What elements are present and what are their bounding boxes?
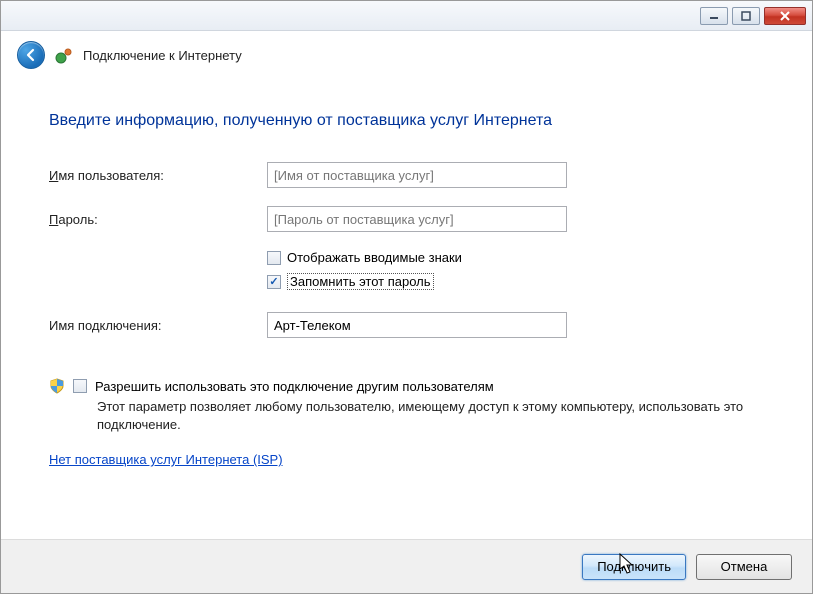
- titlebar: [1, 1, 812, 31]
- header-title: Подключение к Интернету: [83, 48, 242, 63]
- username-label: Имя пользователя:: [49, 168, 267, 183]
- globe-network-icon: [55, 46, 73, 64]
- allow-others-checkbox[interactable]: [73, 379, 87, 393]
- show-chars-checkbox[interactable]: [267, 251, 281, 265]
- page-heading: Введите информацию, полученную от постав…: [49, 112, 764, 130]
- close-button[interactable]: [764, 7, 806, 25]
- show-chars-label: Отображать вводимые знаки: [287, 250, 462, 265]
- username-row: Имя пользователя: [Имя от поставщика усл…: [49, 162, 764, 188]
- back-button[interactable]: [17, 41, 45, 69]
- header: Подключение к Интернету: [1, 31, 812, 84]
- remember-checkbox[interactable]: [267, 275, 281, 289]
- allow-others-desc: Этот параметр позволяет любому пользоват…: [97, 398, 764, 434]
- shield-icon: [49, 378, 65, 394]
- cancel-button[interactable]: Отмена: [696, 554, 792, 580]
- username-input[interactable]: [Имя от поставщика услуг]: [267, 162, 567, 188]
- allow-others-label: Разрешить использовать это подключение д…: [95, 379, 494, 394]
- isp-link[interactable]: Нет поставщика услуг Интернета (ISP): [49, 452, 283, 467]
- password-row: Пароль: [Пароль от поставщика услуг]: [49, 206, 764, 232]
- connection-name-input[interactable]: Арт-Телеком: [267, 312, 567, 338]
- connection-name-label: Имя подключения:: [49, 318, 267, 333]
- remember-label: Запомнить этот пароль: [287, 273, 434, 290]
- minimize-button[interactable]: [700, 7, 728, 25]
- password-input[interactable]: [Пароль от поставщика услуг]: [267, 206, 567, 232]
- show-chars-row: Отображать вводимые знаки: [267, 250, 764, 265]
- maximize-button[interactable]: [732, 7, 760, 25]
- connection-name-row: Имя подключения: Арт-Телеком: [49, 312, 764, 338]
- wizard-window: Подключение к Интернету Введите информац…: [0, 0, 813, 594]
- connect-button[interactable]: Подключить: [582, 554, 686, 580]
- remember-row: Запомнить этот пароль: [267, 273, 764, 290]
- footer: Подключить Отмена: [1, 539, 812, 593]
- content-area: Введите информацию, полученную от постав…: [1, 84, 812, 477]
- password-label: Пароль:: [49, 212, 267, 227]
- allow-section: Разрешить использовать это подключение д…: [49, 378, 764, 434]
